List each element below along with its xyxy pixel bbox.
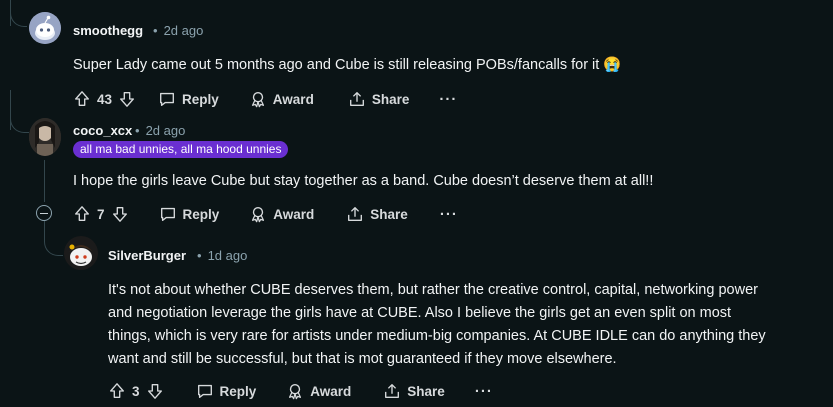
share-button[interactable]: Share: [348, 90, 410, 108]
user-photo-icon: [29, 118, 61, 156]
upvote-button[interactable]: [108, 382, 126, 400]
snoo-avatar-icon: [29, 12, 61, 44]
more-options-button[interactable]: ···: [475, 383, 493, 400]
reply-label: Reply: [182, 206, 220, 222]
award-icon: [251, 92, 264, 108]
share-button[interactable]: Share: [346, 205, 408, 223]
avatar[interactable]: [64, 236, 98, 270]
award-button[interactable]: Award: [286, 382, 351, 400]
comment-username[interactable]: smoothegg: [73, 23, 143, 38]
thread-line: [44, 160, 45, 202]
comment-bubble-icon: [197, 384, 212, 398]
share-icon: [349, 92, 364, 106]
downvote-button[interactable]: [118, 90, 136, 108]
more-options-icon: ···: [439, 90, 458, 108]
upvote-icon: [75, 91, 89, 106]
award-label: Award: [273, 206, 315, 222]
comment-text-line: and negotiation leverage the girls have …: [108, 305, 732, 321]
minus-icon: [40, 212, 48, 214]
comment-username[interactable]: coco_xcx: [73, 123, 132, 138]
comment-text-line: It's not about whether CUBE deserves the…: [108, 282, 758, 298]
share-label: Share: [407, 383, 445, 399]
upvote-icon: [110, 383, 124, 398]
reply-button[interactable]: Reply: [196, 382, 257, 400]
thread-line: [44, 221, 63, 256]
vote-count: 43: [97, 91, 113, 107]
comment-text: Super Lady came out 5 months ago and Cub…: [73, 57, 622, 73]
user-flair: all ma bad unnies, all ma hood unnies: [73, 141, 289, 158]
snoo-avatar-icon: [64, 236, 98, 270]
award-label: Award: [272, 91, 314, 107]
comment-body: Super Lady came out 5 months ago and Cub…: [73, 54, 621, 77]
comment-actions: 43 Reply Award Share ···: [73, 87, 457, 111]
downvote-button[interactable]: [111, 205, 129, 223]
award-label: Award: [310, 383, 352, 399]
comment-timestamp[interactable]: 2d ago: [146, 123, 186, 138]
more-options-icon: ···: [439, 205, 458, 223]
comment-actions: 3 Reply Award Share ···: [108, 379, 493, 403]
reply-label: Reply: [182, 91, 219, 107]
comment-meta: • 2d ago: [147, 23, 203, 38]
award-button[interactable]: Award: [249, 205, 314, 223]
more-options-button[interactable]: ···: [440, 206, 458, 223]
share-label: Share: [371, 91, 410, 107]
upvote-button[interactable]: [73, 205, 91, 223]
comment-meta: • 2d ago: [129, 123, 185, 138]
more-options-button[interactable]: ···: [439, 91, 457, 108]
comment-text: I hope the girls leave Cube but stay tog…: [73, 173, 654, 189]
share-button[interactable]: Share: [383, 382, 445, 400]
reply-label: Reply: [219, 383, 257, 399]
vote-count: 3: [132, 383, 140, 399]
comment-bubble-icon: [160, 92, 175, 106]
avatar[interactable]: [29, 118, 61, 156]
thread-line: [10, 102, 29, 133]
comment-body: It's not about whether CUBE deserves the…: [108, 279, 828, 371]
meta-separator: •: [153, 23, 158, 38]
avatar[interactable]: [29, 12, 61, 44]
upvote-button[interactable]: [73, 90, 91, 108]
comment-username[interactable]: SilverBurger: [108, 248, 186, 263]
award-icon: [289, 384, 302, 400]
reply-button[interactable]: Reply: [158, 90, 219, 108]
comment-timestamp[interactable]: 1d ago: [208, 248, 248, 263]
comment-text-line: want and still be successful, but that i…: [108, 351, 617, 367]
share-label: Share: [370, 206, 408, 222]
vote-count: 7: [97, 206, 105, 222]
comment-text-line: things, which is very rare for artists u…: [108, 328, 766, 344]
downvote-button[interactable]: [146, 382, 164, 400]
award-button[interactable]: Award: [249, 90, 314, 108]
award-icon: [252, 207, 265, 223]
share-icon: [385, 384, 400, 398]
comment-bubble-icon: [160, 207, 175, 221]
downvote-icon: [112, 207, 127, 222]
downvote-icon: [147, 384, 162, 399]
downvote-icon: [120, 92, 135, 107]
upvote-icon: [75, 206, 89, 221]
comment-timestamp[interactable]: 2d ago: [164, 23, 204, 38]
meta-separator: •: [135, 123, 140, 138]
comment-meta: • 1d ago: [191, 248, 247, 263]
reply-button[interactable]: Reply: [159, 205, 220, 223]
meta-separator: •: [197, 248, 202, 263]
collapse-thread-button[interactable]: [36, 205, 52, 221]
thread-line: [10, 0, 27, 27]
comment-body: I hope the girls leave Cube but stay tog…: [73, 170, 653, 193]
comment-actions: 7 Reply Award Share ···: [73, 202, 458, 226]
share-icon: [348, 207, 363, 221]
more-options-icon: ···: [474, 382, 493, 400]
